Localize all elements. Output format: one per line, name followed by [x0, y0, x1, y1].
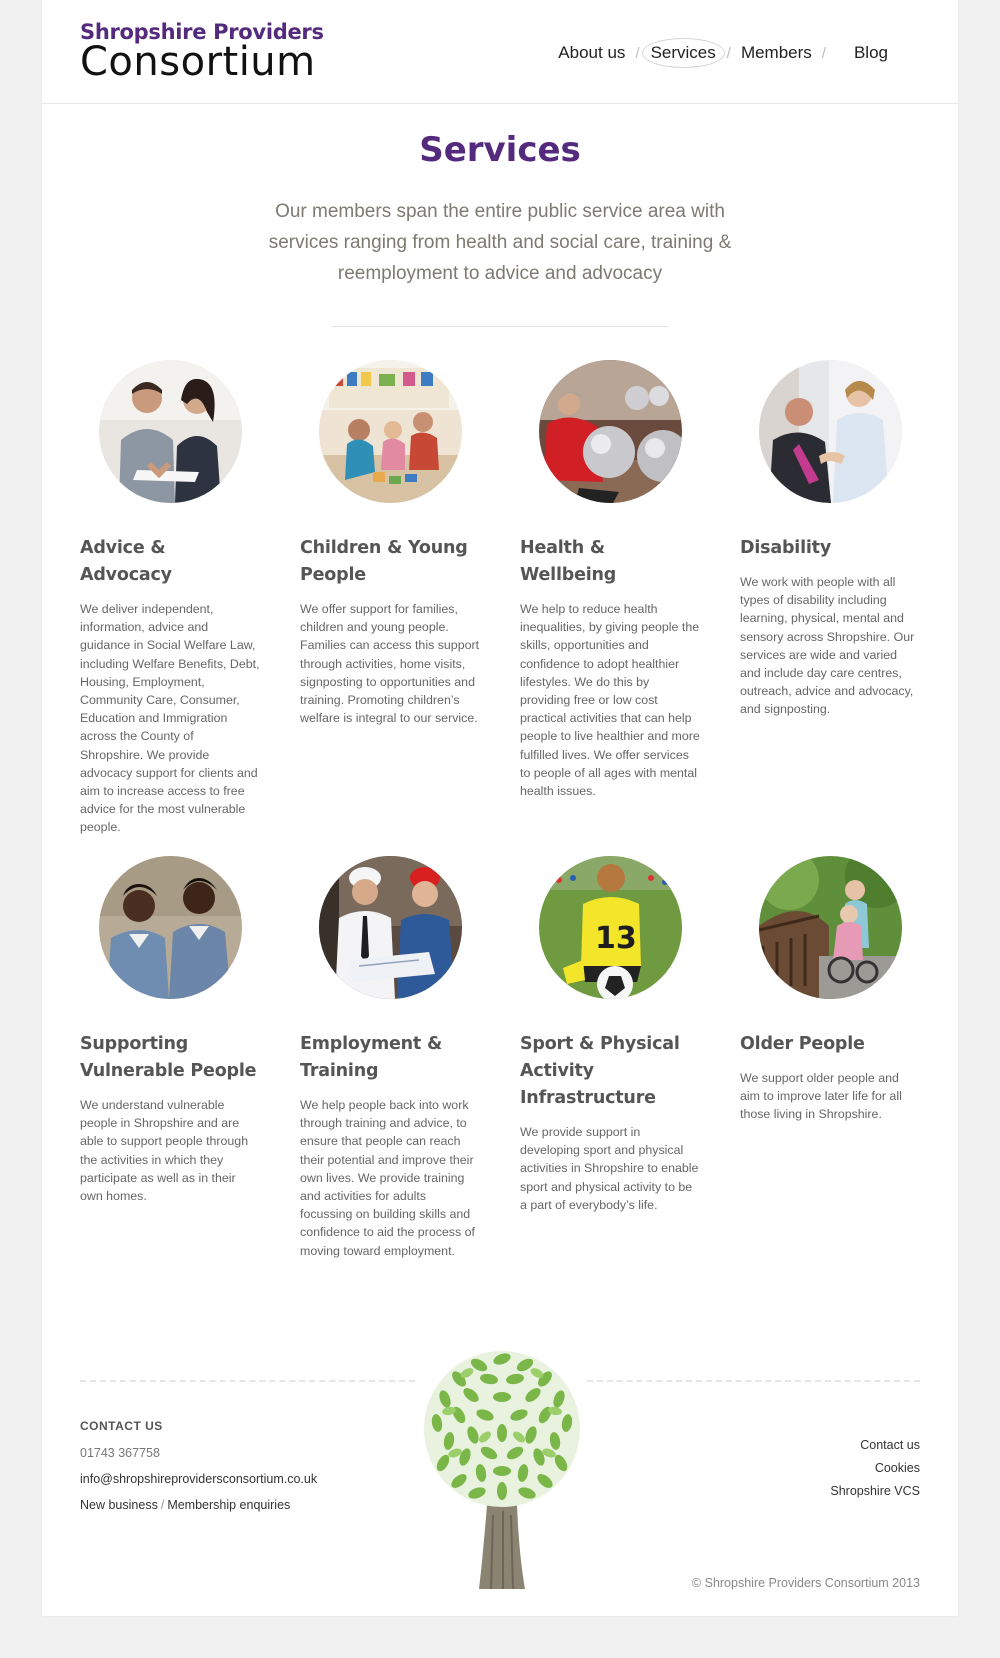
- footer-link-cookies[interactable]: Cookies: [830, 1457, 920, 1480]
- children-photo: [319, 360, 462, 503]
- nav-separator: /: [726, 44, 731, 62]
- vulnerable-photo: [99, 856, 242, 999]
- page-title: Services: [419, 130, 581, 170]
- service-title: Sport & Physical Activity Infrastructure: [520, 1034, 680, 1108]
- service-title: Children & Young People: [300, 538, 468, 585]
- footer-links: Contact us Cookies Shropshire VCS: [830, 1434, 920, 1503]
- service-title: Employment & Training: [300, 1034, 443, 1081]
- service-title: Disability: [740, 538, 832, 558]
- service-title: Advice & Advocacy: [80, 538, 172, 585]
- service-description: We help people back into work through tr…: [300, 1098, 475, 1258]
- link-separator: /: [160, 1498, 165, 1512]
- copyright: © Shropshire Providers Consortium 2013: [691, 1576, 920, 1590]
- advice-photo: [99, 360, 242, 503]
- service-supporting-vulnerable-people: Supporting Vulnerable People We understa…: [80, 856, 260, 1205]
- service-description: We provide support in developing sport a…: [520, 1125, 699, 1212]
- divider: [332, 326, 668, 327]
- site-header: Shropshire Providers Consortium About us…: [42, 0, 958, 104]
- contact-email-link[interactable]: info@shropshireprovidersconsortium.co.uk: [80, 1472, 317, 1486]
- footer-divider-left: [80, 1380, 415, 1382]
- service-children-young-people: Children & Young People We offer support…: [300, 360, 480, 727]
- service-description: We work with people with all types of di…: [740, 575, 915, 717]
- service-older-people: Older People We support older people and…: [740, 856, 920, 1124]
- nav-separator: /: [821, 44, 826, 62]
- nav-separator: /: [635, 44, 640, 62]
- nav-members[interactable]: Members: [733, 39, 820, 67]
- footer-link-shropshire-vcs[interactable]: Shropshire VCS: [830, 1480, 920, 1503]
- employment-photo: [319, 856, 462, 999]
- sport-photo: 13: [539, 856, 682, 999]
- membership-enquiries-link[interactable]: Membership enquiries: [167, 1498, 290, 1512]
- service-health-wellbeing: Health & Wellbeing We help to reduce hea…: [520, 360, 700, 800]
- footer-link-contact-us[interactable]: Contact us: [830, 1434, 920, 1457]
- new-business-link[interactable]: New business: [80, 1498, 158, 1512]
- service-advice-advocacy: Advice & Advocacy We deliver independent…: [80, 360, 260, 837]
- contact-phone[interactable]: 01743 367758: [80, 1446, 160, 1460]
- disability-photo: [759, 360, 902, 503]
- contact-heading: CONTACT US: [80, 1419, 163, 1433]
- intro-text: Our members span the entire public servi…: [268, 201, 732, 284]
- nav-about-us[interactable]: About us: [550, 39, 633, 67]
- service-title: Older People: [740, 1034, 865, 1054]
- service-description: We understand vulnerable people in Shrop…: [80, 1098, 249, 1204]
- service-sport-physical-activity: 13 Sport & Physical Activity Infrastruct…: [520, 856, 700, 1214]
- nav-blog[interactable]: Blog: [846, 39, 896, 67]
- site-logo[interactable]: Shropshire Providers Consortium: [80, 20, 324, 82]
- service-disability: Disability We work with people with all …: [740, 360, 920, 719]
- older-people-photo: [759, 856, 902, 999]
- enquiry-links: New business / Membership enquiries: [80, 1498, 290, 1512]
- logo-bottom-text: Consortium: [80, 39, 316, 85]
- service-description: We help to reduce health inequalities, b…: [520, 602, 700, 799]
- footer-divider-right: [587, 1380, 920, 1382]
- tree-logo-icon: [424, 1351, 580, 1589]
- service-description: We deliver independent, information, adv…: [80, 602, 260, 835]
- service-title: Supporting Vulnerable People: [80, 1034, 257, 1081]
- nav-services[interactable]: Services: [641, 38, 725, 68]
- service-employment-training: Employment & Training We help people bac…: [300, 856, 480, 1260]
- svg-text:13: 13: [595, 921, 637, 956]
- health-photo: [539, 360, 682, 503]
- page-container: Shropshire Providers Consortium About us…: [42, 0, 958, 1616]
- service-description: We support older people and aim to impro…: [740, 1071, 902, 1122]
- service-title: Health & Wellbeing: [520, 538, 617, 585]
- service-description: We offer support for families, children …: [300, 602, 480, 726]
- main-nav: About us / Services / Members / Blog: [550, 38, 896, 68]
